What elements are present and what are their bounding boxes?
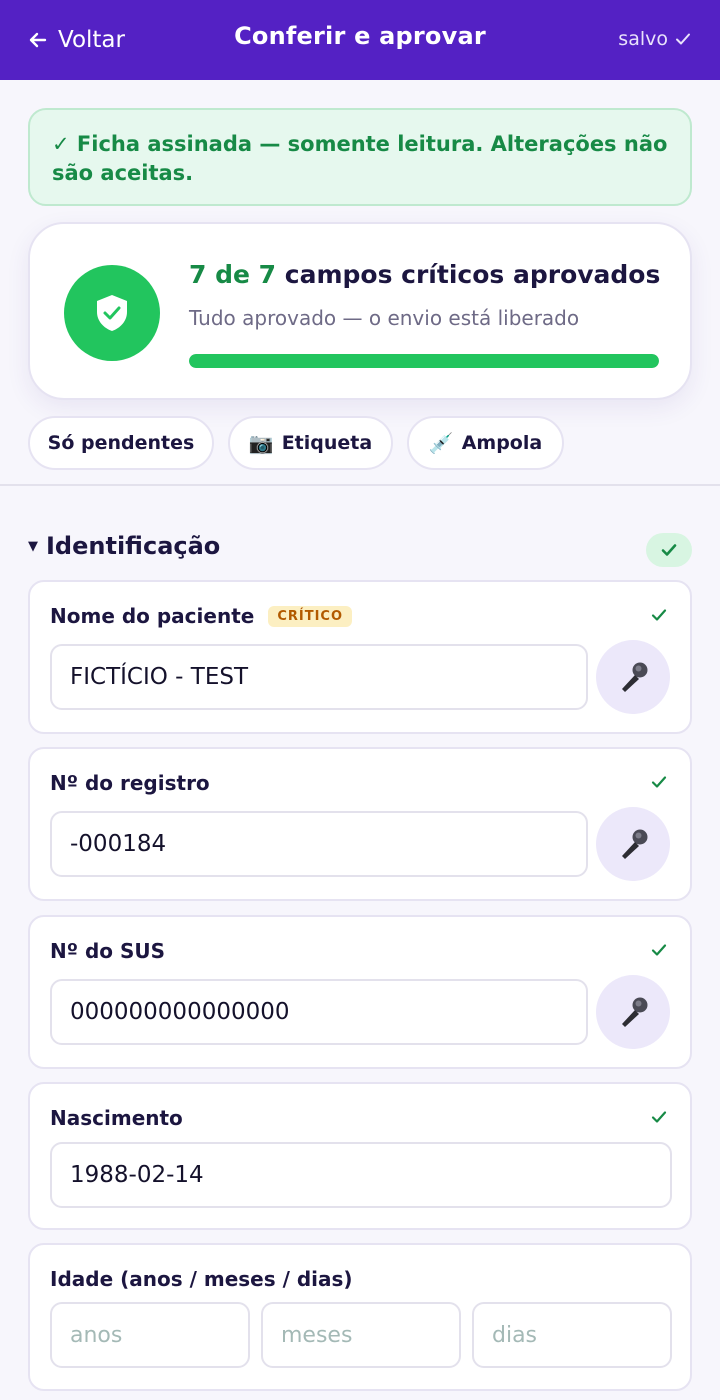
saved-status: salvo bbox=[618, 28, 692, 50]
field-card-sus-number: Nº do SUS 000000000000000 bbox=[28, 915, 692, 1069]
caret-down-icon: ▼ bbox=[28, 538, 38, 554]
summary-title: 7 de 7 campos críticos aprovados bbox=[189, 260, 660, 289]
camera-icon: 📷 bbox=[248, 431, 274, 455]
field-label: Idade (anos / meses / dias) bbox=[50, 1267, 353, 1291]
check-icon bbox=[661, 544, 677, 556]
field-label-text: Nome do paciente bbox=[50, 604, 255, 628]
section-toggle-identification[interactable]: ▼ Identificação bbox=[28, 532, 220, 560]
shield-badge bbox=[64, 265, 160, 361]
patient-name-input[interactable]: FICTÍCIO - TEST bbox=[50, 644, 588, 710]
app-header: Voltar Conferir e aprovar salvo bbox=[0, 0, 720, 80]
mic-button[interactable] bbox=[596, 807, 670, 881]
filter-chip-ampoule[interactable]: 💉 Ampola bbox=[407, 416, 564, 470]
page-title: Conferir e aprovar bbox=[234, 22, 486, 50]
age-months-input[interactable]: meses bbox=[261, 1302, 461, 1368]
field-label-text: Nº do SUS bbox=[50, 939, 166, 963]
divider bbox=[0, 484, 720, 486]
field-label: Nascimento bbox=[50, 1106, 183, 1130]
field-label-text: Nascimento bbox=[50, 1106, 183, 1130]
shield-check-icon bbox=[97, 295, 127, 331]
field-label: Nº do registro bbox=[50, 771, 210, 795]
filter-chip-pending[interactable]: Só pendentes bbox=[28, 416, 214, 470]
approval-summary-card: 7 de 7 campos críticos aprovados Tudo ap… bbox=[28, 222, 692, 400]
microphone-icon bbox=[622, 829, 648, 859]
signed-banner: ✓ Ficha assinada — somente leitura. Alte… bbox=[28, 108, 692, 206]
summary-title-rest: campos críticos aprovados bbox=[276, 260, 661, 289]
microphone-icon bbox=[622, 662, 648, 692]
field-label-text: Nº do registro bbox=[50, 771, 210, 795]
field-card-birth-date: Nascimento 1988-02-14 bbox=[28, 1082, 692, 1230]
registry-number-input[interactable]: -000184 bbox=[50, 811, 588, 877]
check-icon bbox=[651, 609, 667, 621]
field-label: Nº do SUS bbox=[50, 939, 165, 963]
field-label: Nome do paciente CRÍTICO bbox=[50, 604, 353, 628]
check-icon bbox=[651, 776, 667, 788]
sus-number-input[interactable]: 000000000000000 bbox=[50, 979, 588, 1045]
filter-chip-label-label: Etiqueta bbox=[281, 432, 373, 454]
approval-progress bbox=[189, 354, 659, 368]
microphone-icon bbox=[622, 997, 648, 1027]
field-card-registry-number: Nº do registro -000184 bbox=[28, 747, 692, 901]
filter-chip-label[interactable]: 📷 Etiqueta bbox=[228, 416, 393, 470]
approved-count: 7 de 7 bbox=[189, 260, 277, 289]
section-status-badge bbox=[646, 533, 692, 567]
filter-chip-ampoule-label: Ampola bbox=[461, 432, 543, 454]
syringe-icon: 💉 bbox=[428, 431, 454, 455]
filter-chip-pending-label: Só pendentes bbox=[47, 432, 195, 454]
check-icon bbox=[676, 33, 690, 45]
mic-button[interactable] bbox=[596, 975, 670, 1049]
field-label-text: Idade (anos / meses / dias) bbox=[50, 1267, 353, 1291]
field-card-patient-name: Nome do paciente CRÍTICO FICTÍCIO - TEST bbox=[28, 580, 692, 734]
approval-progress-fill bbox=[189, 354, 659, 368]
summary-subtitle: Tudo aprovado — o envio está liberado bbox=[189, 306, 580, 330]
critical-badge: CRÍTICO bbox=[268, 605, 353, 627]
saved-label: salvo bbox=[618, 28, 668, 50]
age-days-input[interactable]: dias bbox=[472, 1302, 672, 1368]
birth-date-input[interactable]: 1988-02-14 bbox=[50, 1142, 672, 1208]
section-title: Identificação bbox=[46, 532, 221, 560]
check-icon bbox=[651, 1111, 667, 1123]
mic-button[interactable] bbox=[596, 640, 670, 714]
field-card-age: Idade (anos / meses / dias) anos meses d… bbox=[28, 1243, 692, 1391]
check-icon bbox=[651, 944, 667, 956]
age-years-input[interactable]: anos bbox=[50, 1302, 250, 1368]
